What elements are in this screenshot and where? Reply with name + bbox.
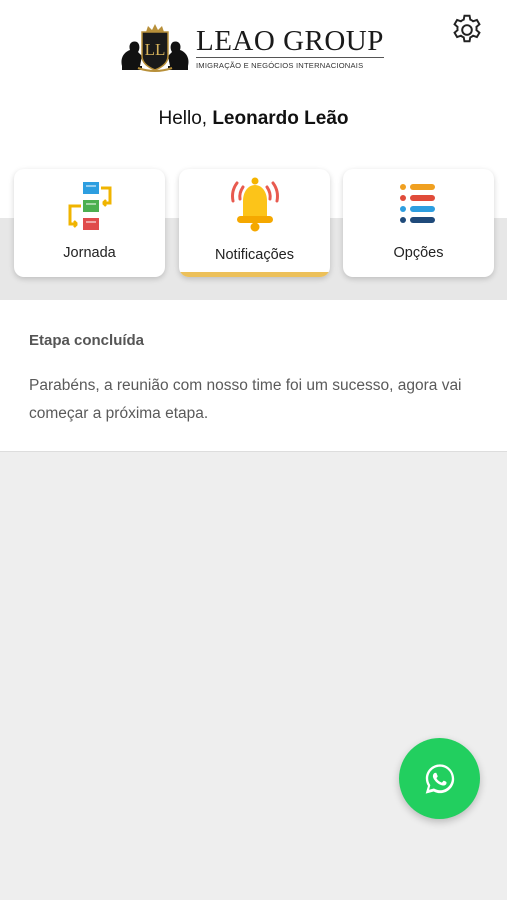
bell-icon bbox=[230, 177, 279, 232]
gear-icon[interactable] bbox=[449, 12, 485, 48]
active-tab-indicator bbox=[179, 272, 330, 277]
lion-crest-icon: LL bbox=[121, 24, 189, 72]
logo-title: LEAO GROUP bbox=[196, 25, 384, 57]
notification-body: Parabéns, a reunião com nosso time foi u… bbox=[29, 377, 462, 422]
notification-title: Etapa concluída bbox=[29, 332, 145, 349]
logo-subtitle: IMIGRAÇÃO E NEGÓCIOS INTERNACIONAIS bbox=[196, 57, 384, 70]
svg-text:LL: LL bbox=[145, 40, 166, 59]
user-name: Leonardo Leão bbox=[212, 108, 349, 129]
greeting: Hello, Leonardo Leão bbox=[0, 108, 507, 130]
card-notificacoes[interactable]: Notificações bbox=[179, 169, 330, 277]
whatsapp-icon bbox=[425, 763, 454, 794]
card-notificacoes-label: Notificações bbox=[215, 247, 294, 263]
notification-item[interactable]: Etapa concluída Parabéns, a reunião com … bbox=[0, 300, 507, 452]
card-opcoes[interactable]: Opções bbox=[343, 169, 494, 277]
card-jornada-label: Jornada bbox=[63, 245, 116, 261]
card-opcoes-label: Opções bbox=[393, 245, 444, 261]
card-jornada[interactable]: Jornada bbox=[14, 169, 165, 277]
greeting-prefix: Hello, bbox=[158, 108, 213, 129]
list-icon bbox=[399, 184, 435, 223]
leao-group-logo: LL LEAO GROUP IMIGRAÇÃO E NEGÓCIOS INTER… bbox=[118, 22, 390, 78]
flowchart-icon bbox=[68, 182, 111, 230]
whatsapp-button[interactable] bbox=[399, 738, 480, 819]
